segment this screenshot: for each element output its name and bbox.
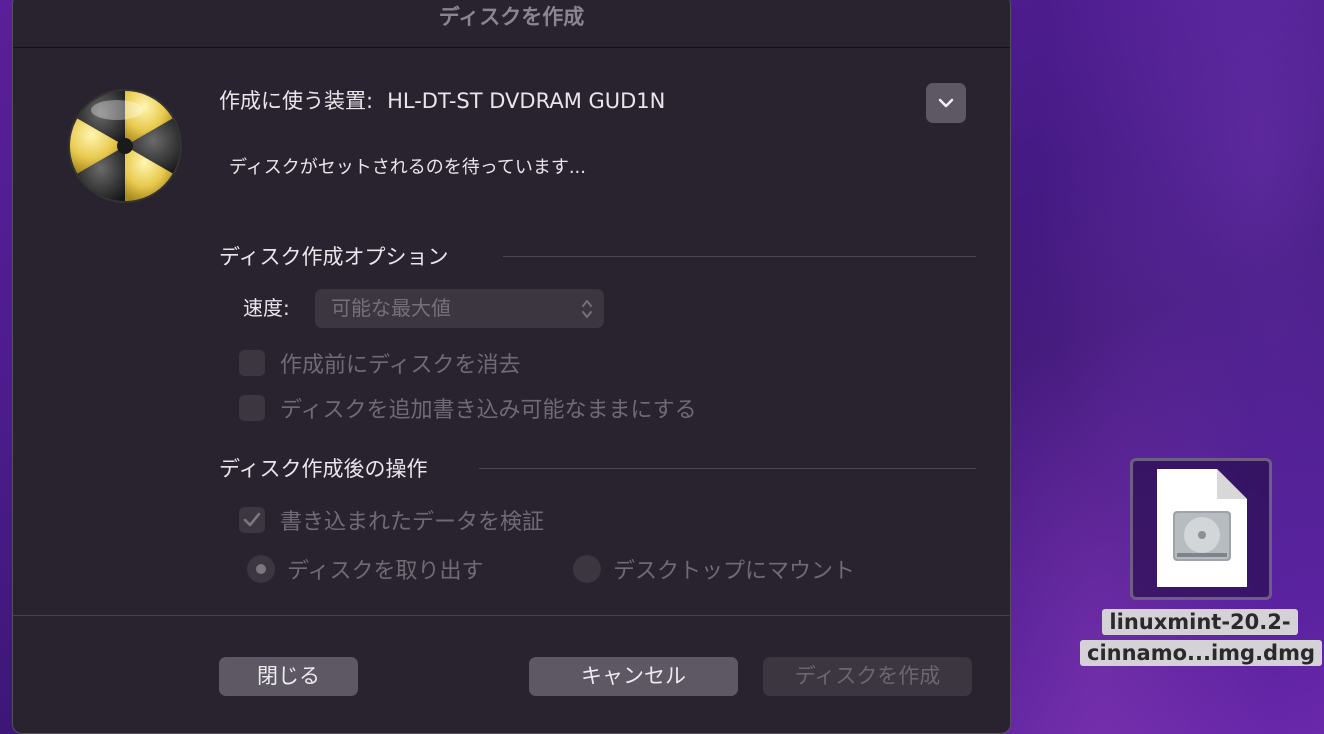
- mount-option[interactable]: デスクトップにマウント: [573, 553, 855, 585]
- file-label-line1: linuxmint-20.2-: [1102, 609, 1298, 635]
- file-label-line2: cinnamo...img.dmg: [1080, 640, 1322, 666]
- eject-radio[interactable]: [247, 555, 275, 583]
- erase-before-label: 作成前にディスクを消去: [280, 353, 521, 378]
- up-down-arrows-icon: [582, 300, 592, 318]
- cancel-button[interactable]: キャンセル: [529, 657, 738, 696]
- checkmark-icon: [243, 512, 261, 527]
- chevron-down-icon: [938, 98, 954, 108]
- device-name: HL-DT-ST DVDRAM GUD1N: [387, 89, 666, 113]
- erase-before-option[interactable]: 作成前にディスクを消去: [239, 347, 520, 379]
- verify-option[interactable]: 書き込まれたデータを検証: [239, 504, 544, 536]
- appendable-checkbox[interactable]: [239, 395, 265, 421]
- radio-selected-dot: [256, 564, 266, 574]
- mount-radio[interactable]: [573, 555, 601, 583]
- desktop-file-icon[interactable]: [1130, 458, 1272, 600]
- eject-option[interactable]: ディスクを取り出す: [247, 553, 483, 585]
- erase-before-checkbox[interactable]: [239, 350, 265, 376]
- device-prefix-label: 作成に使う装置:: [219, 89, 374, 113]
- device-disclosure-button[interactable]: [926, 83, 966, 123]
- device-row: 作成に使う装置: HL-DT-ST DVDRAM GUD1N: [219, 85, 665, 115]
- verify-label: 書き込まれたデータを検証: [280, 510, 545, 535]
- speed-select[interactable]: 可能な最大値: [315, 289, 604, 328]
- eject-label: ディスクを取り出す: [287, 559, 484, 584]
- speed-value: 可能な最大値: [331, 296, 451, 320]
- status-message: ディスクがセットされるのを待っています...: [229, 157, 587, 178]
- burn-disc-dialog: ディスクを作成 作成に使う装置: HL-DT-ST DVDRAM GUD1N デ…: [12, 0, 1011, 734]
- appendable-option[interactable]: ディスクを追加書き込み可能なままにする: [239, 392, 697, 424]
- dialog-title: ディスクを作成: [13, 1, 1010, 48]
- desktop-file-label[interactable]: linuxmint-20.2- cinnamo...img.dmg: [1080, 607, 1322, 669]
- disk-image-icon: [1157, 469, 1247, 587]
- close-button[interactable]: 閉じる: [219, 657, 358, 696]
- divider: [503, 256, 976, 257]
- footer-divider: [13, 615, 1010, 616]
- speed-label: 速度:: [243, 296, 290, 320]
- divider: [479, 468, 976, 469]
- burn-options-heading: ディスク作成オプション: [219, 245, 449, 269]
- appendable-label: ディスクを追加書き込み可能なままにする: [280, 398, 697, 423]
- burn-button[interactable]: ディスクを作成: [763, 657, 972, 696]
- mount-label: デスクトップにマウント: [613, 559, 856, 584]
- after-burn-heading: ディスク作成後の操作: [219, 457, 428, 481]
- verify-checkbox[interactable]: [239, 507, 265, 533]
- burn-radiation-icon: [68, 89, 182, 203]
